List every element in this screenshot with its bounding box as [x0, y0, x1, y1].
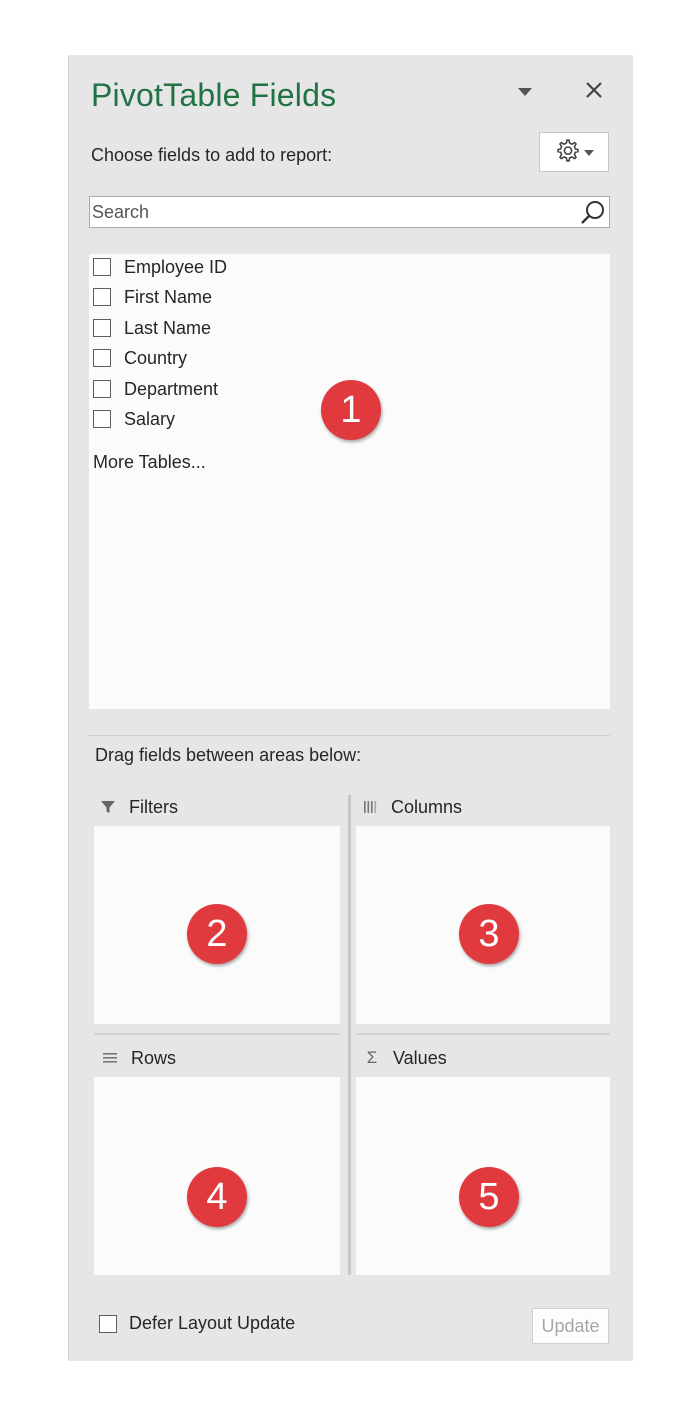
values-drop-area[interactable]: 5	[356, 1077, 610, 1275]
columns-area-header: Columns	[361, 794, 462, 820]
field-item-country[interactable]: Country	[93, 345, 187, 371]
choose-fields-label: Choose fields to add to report:	[91, 145, 333, 165]
close-button[interactable]	[579, 77, 609, 107]
close-icon	[586, 81, 602, 103]
field-label: Salary	[124, 408, 176, 429]
rows-label: Rows	[131, 1047, 177, 1068]
area-column-separator	[348, 795, 351, 1275]
more-tables-link[interactable]: More Tables...	[93, 452, 206, 473]
field-checkbox[interactable]	[93, 319, 111, 337]
field-checkbox[interactable]	[93, 349, 111, 367]
values-label: Values	[393, 1047, 447, 1068]
sigma-icon: Σ	[366, 1048, 378, 1067]
rows-icon	[101, 1049, 119, 1067]
chevron-down-icon	[584, 143, 594, 161]
field-checkbox[interactable]	[93, 410, 111, 428]
update-button[interactable]: Update	[532, 1308, 609, 1344]
field-label: Country	[124, 347, 188, 368]
field-checkbox[interactable]	[93, 380, 111, 398]
drag-fields-label: Drag fields between areas below:	[95, 745, 362, 765]
chevron-down-icon	[518, 83, 532, 101]
callout-badge-3: 3	[459, 904, 519, 964]
area-separator	[94, 1033, 340, 1035]
filters-label: Filters	[129, 796, 178, 817]
field-item-department[interactable]: Department	[93, 376, 218, 402]
defer-label: Defer Layout Update	[129, 1313, 296, 1333]
field-label: First Name	[124, 286, 213, 307]
callout-badge-1: 1	[321, 380, 381, 440]
pane-options-button[interactable]	[510, 77, 540, 107]
filters-area-header: Filters	[99, 794, 178, 820]
columns-drop-area[interactable]: 3	[356, 826, 610, 1024]
section-divider	[89, 735, 610, 736]
pivottable-fields-pane: PivotTable Fields Choose fields to add t…	[68, 55, 633, 1361]
field-label: Department	[124, 378, 219, 399]
field-item-salary[interactable]: Salary	[93, 406, 175, 432]
search-icon[interactable]	[579, 199, 607, 227]
defer-checkbox[interactable]	[99, 1314, 117, 1333]
field-item-last-name[interactable]: Last Name	[93, 315, 211, 341]
field-item-employee-id[interactable]: Employee ID	[93, 254, 227, 280]
defer-layout-update[interactable]: Defer Layout Update	[99, 1313, 295, 1334]
columns-icon	[361, 798, 379, 816]
callout-badge-2: 2	[187, 904, 247, 964]
filters-drop-area[interactable]: 2	[94, 826, 340, 1024]
rows-area-header: Rows	[101, 1045, 176, 1071]
search-box	[89, 196, 610, 228]
rows-drop-area[interactable]: 4	[94, 1077, 340, 1275]
field-label: Last Name	[124, 317, 212, 338]
field-label: Employee ID	[124, 256, 228, 277]
pane-title: PivotTable Fields	[91, 77, 337, 113]
field-checkbox[interactable]	[93, 288, 111, 306]
search-input[interactable]	[92, 197, 572, 227]
field-checkbox[interactable]	[93, 258, 111, 276]
field-item-first-name[interactable]: First Name	[93, 284, 212, 310]
gear-icon	[554, 137, 580, 168]
tools-button[interactable]	[539, 132, 609, 172]
field-list: Employee ID First Name Last Name Country…	[89, 254, 610, 709]
callout-badge-5: 5	[459, 1167, 519, 1227]
columns-label: Columns	[391, 796, 463, 817]
callout-badge-4: 4	[187, 1167, 247, 1227]
values-area-header: Σ Values	[363, 1045, 447, 1071]
filter-icon	[99, 798, 117, 816]
area-separator	[356, 1033, 610, 1035]
